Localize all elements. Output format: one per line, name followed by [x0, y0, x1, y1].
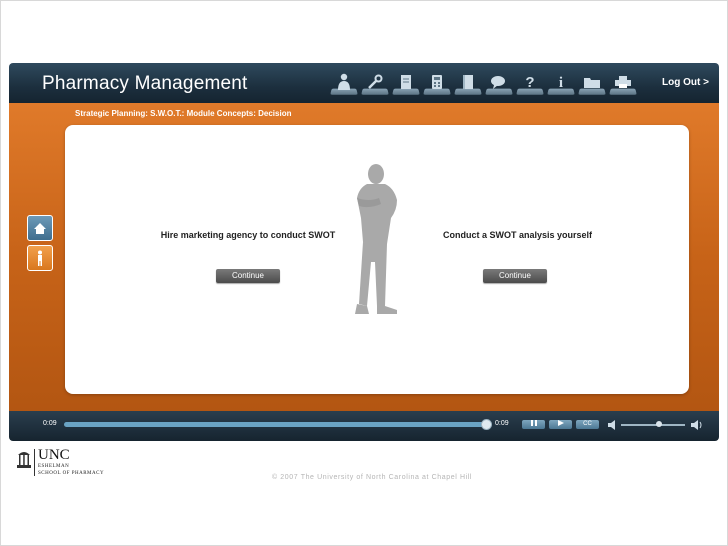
continue-button-right[interactable]: Continue	[483, 269, 547, 283]
app-title: Pharmacy Management	[42, 73, 248, 94]
print-icon[interactable]	[609, 69, 637, 95]
volume-handle[interactable]	[656, 421, 663, 427]
elapsed-time: 0:09	[43, 420, 57, 427]
logout-link[interactable]: Log Out >	[662, 77, 709, 88]
breadcrumb: Strategic Planning: S.W.O.T.: Module Con…	[75, 109, 292, 118]
person-icon[interactable]	[330, 69, 358, 95]
progress-track[interactable]	[64, 422, 487, 427]
svg-text:?: ?	[525, 74, 534, 90]
person-silhouette	[355, 164, 397, 314]
play-button[interactable]	[549, 420, 572, 429]
help-icon[interactable]: ?	[516, 69, 544, 95]
pause-button[interactable]	[522, 420, 545, 429]
captions-button[interactable]: CC	[576, 420, 599, 429]
svg-text:i: i	[559, 75, 563, 90]
info-icon[interactable]: i	[547, 69, 575, 95]
book-icon[interactable]	[454, 69, 482, 95]
logo-line-2: SCHOOL OF PHARMACY	[38, 471, 105, 476]
tools-icon[interactable]	[361, 69, 389, 95]
decision-panel: Hire marketing agency to conduct SWOT Co…	[65, 125, 689, 394]
total-time: 0:09	[495, 420, 509, 427]
logo-unc: UNC	[38, 447, 70, 463]
folder-icon[interactable]	[578, 69, 606, 95]
play-icon	[557, 420, 564, 426]
option-left-text: Hire marketing agency to conduct SWOT	[160, 230, 336, 240]
volume-track[interactable]	[621, 424, 685, 426]
document-icon[interactable]	[392, 69, 420, 95]
pause-icon	[530, 420, 537, 426]
chat-icon[interactable]	[485, 69, 513, 95]
progress-handle[interactable]	[481, 419, 492, 430]
person-icon	[38, 250, 42, 266]
copyright-text: © 2007 The University of North Carolina …	[272, 474, 473, 481]
logo-divider	[34, 449, 35, 476]
school-logo-text: UNC ESHELMAN SCHOOL OF PHARMACY	[38, 448, 104, 477]
profile-button[interactable]	[27, 245, 53, 271]
home-icon	[34, 222, 46, 234]
app-header: Pharmacy Management ? i Log Out >	[9, 63, 719, 103]
media-player-bar: 0:09 0:09 CC	[9, 411, 719, 441]
logo-line-1: ESHELMAN	[38, 464, 70, 469]
calculator-icon[interactable]	[423, 69, 451, 95]
option-right-text: Conduct a SWOT analysis yourself	[442, 230, 593, 240]
unc-well-logo	[17, 452, 31, 468]
volume-low-icon[interactable]	[607, 419, 617, 431]
continue-button-left[interactable]: Continue	[216, 269, 280, 283]
volume-high-icon[interactable]	[690, 419, 704, 431]
home-button[interactable]	[27, 215, 53, 241]
content-stage: Strategic Planning: S.W.O.T.: Module Con…	[9, 103, 719, 411]
